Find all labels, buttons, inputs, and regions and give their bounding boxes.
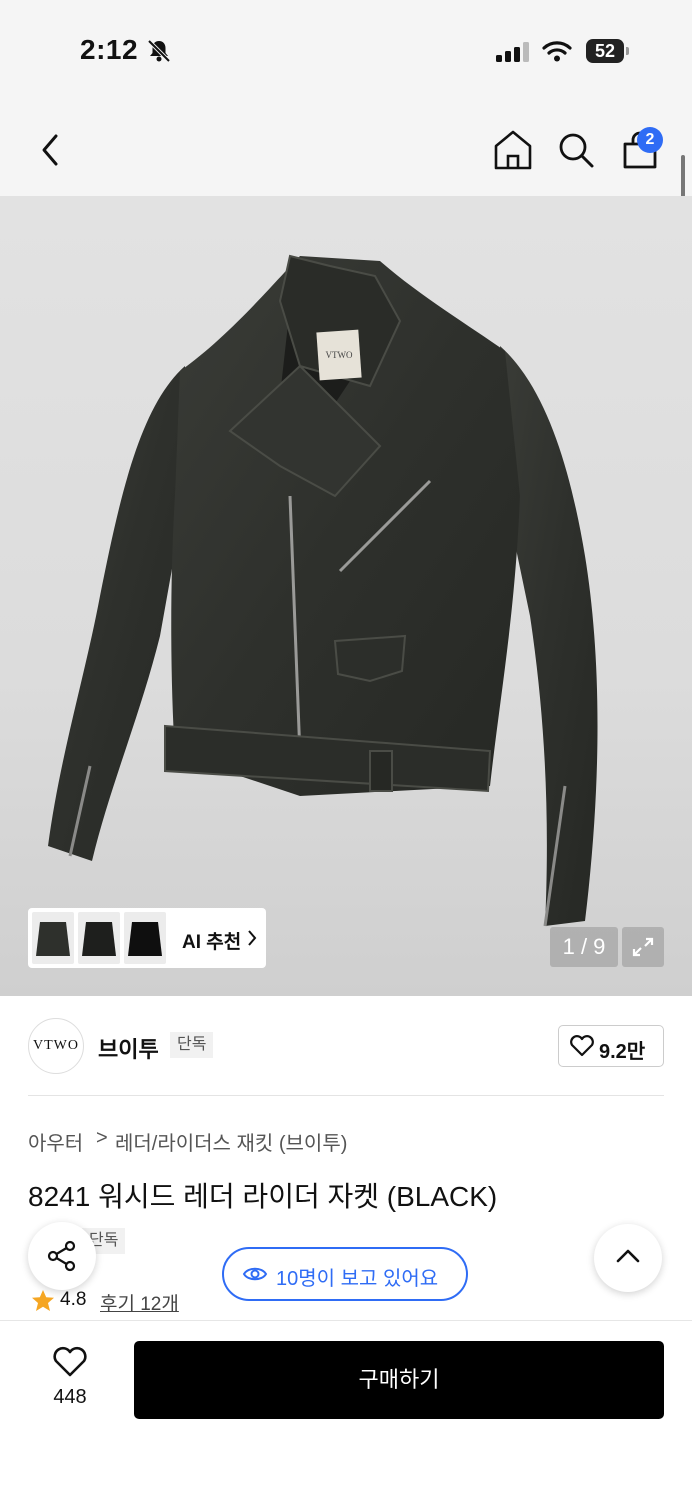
signal-icon bbox=[496, 42, 529, 62]
buy-button[interactable]: 구매하기 bbox=[134, 1341, 664, 1419]
review-link[interactable]: 후기 12개 bbox=[100, 1289, 179, 1316]
jacket-brand-label: VTWO bbox=[326, 350, 353, 360]
share-icon bbox=[47, 1240, 76, 1272]
eye-icon bbox=[242, 1267, 268, 1281]
chevron-right-icon bbox=[248, 930, 257, 946]
thumbnail-image[interactable] bbox=[32, 912, 74, 964]
product-title: 8241 워시드 레더 라이더 자켓 (BLACK) bbox=[28, 1181, 498, 1212]
scroll-top-button[interactable] bbox=[594, 1224, 662, 1292]
mute-bell-icon bbox=[147, 39, 171, 63]
home-icon[interactable] bbox=[492, 128, 534, 172]
thumbnail-image[interactable] bbox=[124, 912, 166, 964]
brand-like-button[interactable]: 9.2만 bbox=[558, 1025, 664, 1067]
wishlist-count: 448 bbox=[53, 1386, 87, 1408]
viewers-pill: 10명이 보고 있어요 bbox=[222, 1247, 468, 1301]
back-arrow-icon[interactable] bbox=[36, 130, 64, 170]
breadcrumb-category[interactable]: 아우터 bbox=[28, 1127, 83, 1156]
ai-recommend-label: AI 추천 bbox=[182, 932, 242, 953]
leather-jacket-image: VTWO bbox=[48, 254, 598, 927]
share-button[interactable] bbox=[28, 1222, 96, 1290]
image-counter: 1 / 9 bbox=[550, 927, 618, 967]
rating-value: 4.8 bbox=[60, 1289, 87, 1310]
brand-like-count: 9.2만 bbox=[599, 1041, 646, 1063]
expand-icon bbox=[632, 937, 654, 957]
battery-indicator: 52 bbox=[586, 39, 629, 63]
expand-button[interactable] bbox=[622, 927, 664, 967]
wifi-icon bbox=[542, 41, 572, 62]
heart-icon bbox=[570, 1035, 594, 1057]
breadcrumb-subcategory[interactable]: 레더/라이더스 재킷 (브이투) bbox=[115, 1127, 347, 1156]
exclusive-badge: 단독 bbox=[170, 1032, 214, 1058]
cart-count-badge: 2 bbox=[637, 127, 663, 153]
star-icon bbox=[32, 1290, 54, 1311]
status-time: 2:12 bbox=[80, 34, 139, 65]
ai-recommend-strip[interactable]: AI 추천 bbox=[28, 908, 266, 968]
wishlist-heart-icon[interactable] bbox=[52, 1346, 88, 1378]
brand-logo[interactable]: VTWO bbox=[28, 1018, 84, 1074]
product-image[interactable]: VTWO bbox=[0, 196, 692, 996]
chevron-up-icon bbox=[616, 1249, 640, 1263]
breadcrumb-separator: > bbox=[96, 1127, 108, 1149]
search-icon[interactable] bbox=[556, 130, 596, 170]
bottom-bar-divider bbox=[0, 1320, 692, 1321]
viewers-text: 10명이 보고 있어요 bbox=[276, 1268, 439, 1290]
thumbnail-image[interactable] bbox=[78, 912, 120, 964]
divider bbox=[28, 1095, 664, 1096]
brand-name[interactable]: 브이투 bbox=[98, 1032, 159, 1064]
